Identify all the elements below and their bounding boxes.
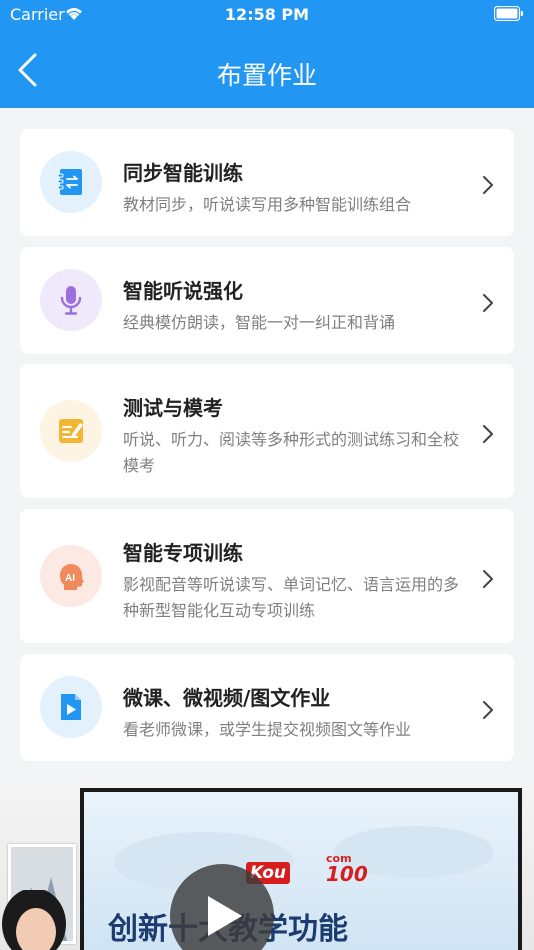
logo-number-text: 100 xyxy=(326,862,368,886)
chevron-right-icon xyxy=(483,570,493,588)
promo-video[interactable]: Kou com 100 创新十大教学功能 xyxy=(0,786,534,950)
chevron-right-icon xyxy=(483,176,493,194)
microphone-icon xyxy=(40,269,102,331)
video-screen: Kou com 100 创新十大教学功能 xyxy=(80,788,522,950)
brand-logo: Kou com 100 xyxy=(246,852,368,888)
svg-text:AI: AI xyxy=(65,573,75,584)
sync-book-icon xyxy=(40,151,102,213)
card-title: 测试与模考 xyxy=(123,396,223,420)
video-frame: Kou com 100 创新十大教学功能 xyxy=(84,792,518,950)
card-micro-course[interactable]: 微课、微视频/图文作业 看老师微课，或学生提交视频图文等作业 xyxy=(20,654,514,761)
chevron-right-icon xyxy=(483,701,493,719)
card-title: 微课、微视频/图文作业 xyxy=(123,686,331,710)
chevron-right-icon xyxy=(483,425,493,443)
card-description: 看老师微课，或学生提交视频图文等作业 xyxy=(123,720,412,739)
test-paper-icon xyxy=(40,400,102,462)
ai-head-icon: AI xyxy=(40,545,102,607)
card-description: 影视配音等听说读写、单词记忆、语言运用的多种新型智能化互动专项训练 xyxy=(123,575,460,620)
card-test-exam[interactable]: 测试与模考 听说、听力、阅读等多种形式的测试练习和全校模考 xyxy=(20,364,514,498)
video-file-icon xyxy=(40,676,102,738)
status-time: 12:58 PM xyxy=(224,5,310,24)
battery-icon xyxy=(494,6,523,21)
card-sync-training[interactable]: 同步智能训练 教材同步，听说读写用多种智能训练组合 xyxy=(20,129,514,236)
card-description: 听说、听力、阅读等多种形式的测试练习和全校模考 xyxy=(123,430,460,475)
page-title: 布置作业 xyxy=(216,61,317,90)
top-bar: Carrier 12:58 PM 布置作业 xyxy=(0,0,534,108)
card-special-training[interactable]: AI 智能专项训练 影视配音等听说读写、单词记忆、语言运用的多种新型智能化互动专… xyxy=(20,509,514,643)
card-listening-speaking[interactable]: 智能听说强化 经典模仿朗读，智能一对一纠正和背诵 xyxy=(20,247,514,354)
presenter-image xyxy=(2,890,66,950)
status-bar: Carrier 12:58 PM xyxy=(0,0,534,28)
card-description: 经典模仿朗读，智能一对一纠正和背诵 xyxy=(123,313,396,332)
card-title: 智能专项训练 xyxy=(123,541,243,565)
chevron-right-icon xyxy=(483,294,493,312)
card-description: 教材同步，听说读写用多种智能训练组合 xyxy=(123,195,412,214)
card-title: 同步智能训练 xyxy=(123,161,243,185)
play-icon xyxy=(208,896,242,936)
card-title: 智能听说强化 xyxy=(123,279,243,303)
